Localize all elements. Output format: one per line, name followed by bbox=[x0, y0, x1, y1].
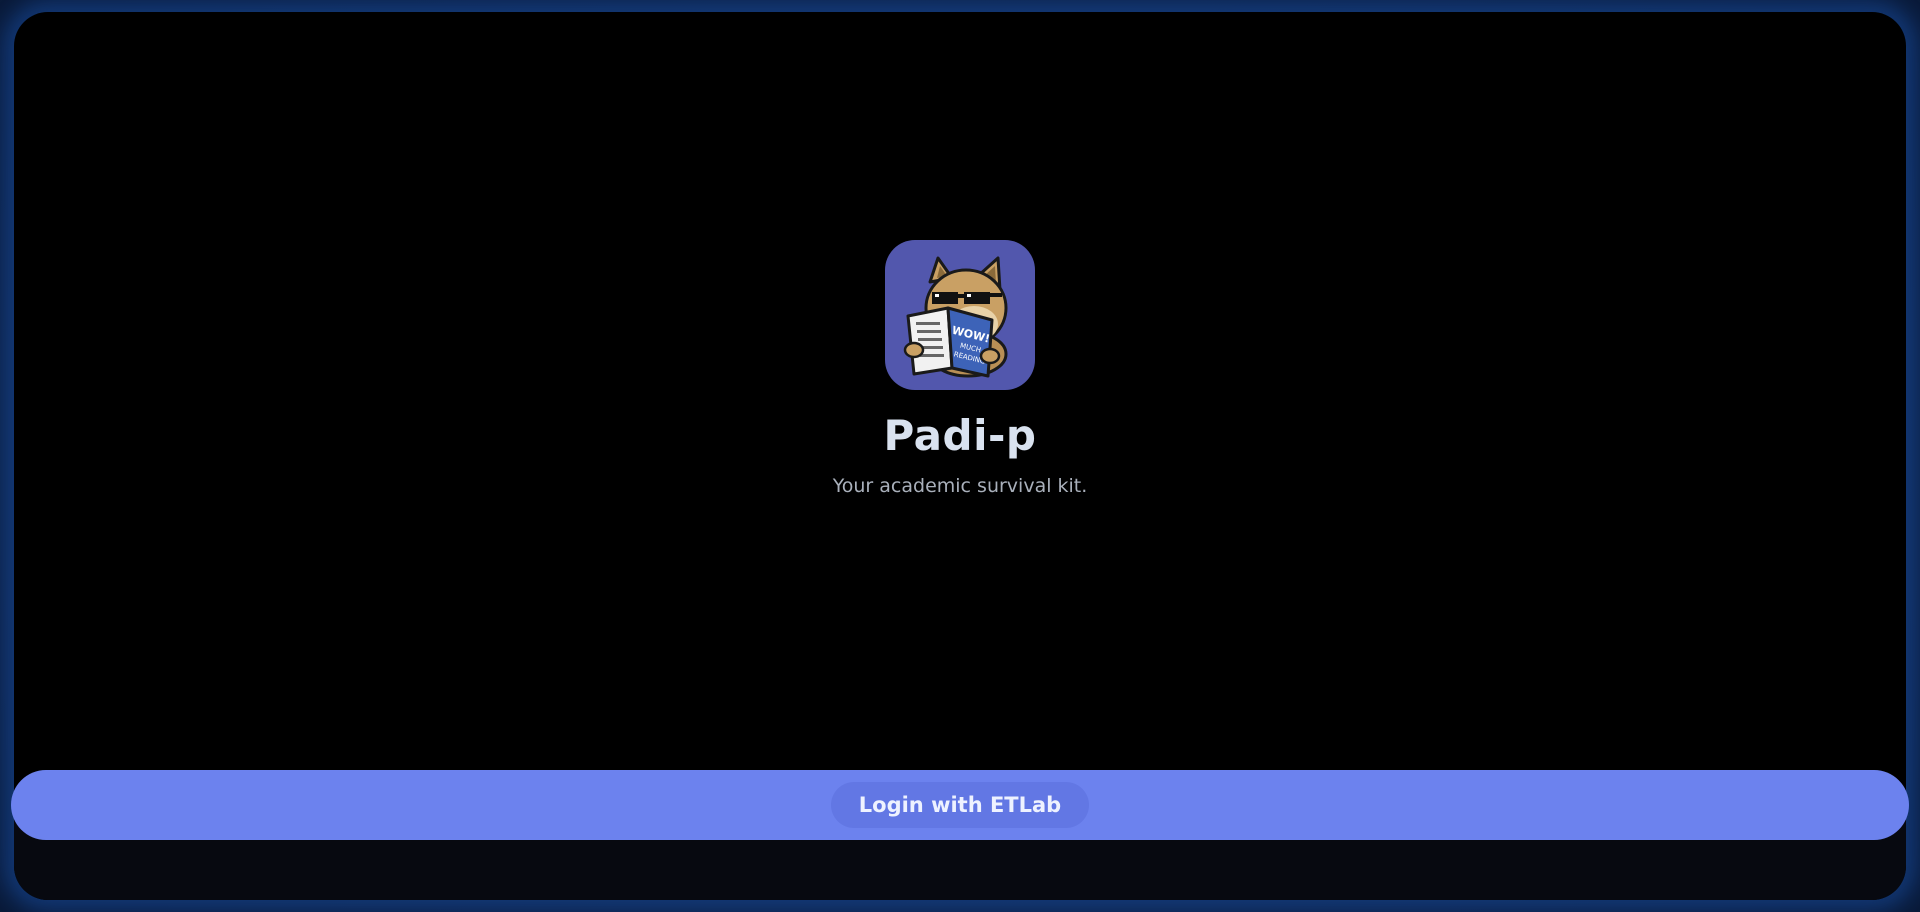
login-button-label: Login with ETLab bbox=[831, 782, 1089, 828]
doge-reading-icon: WOW! MUCH READING bbox=[903, 256, 1008, 378]
app-tagline: Your academic survival kit. bbox=[832, 475, 1088, 497]
app-logo: WOW! MUCH READING bbox=[885, 240, 1035, 390]
app-screen: WOW! MUCH READING Padi-p Your academic s… bbox=[14, 12, 1906, 900]
app-title: Padi-p bbox=[883, 411, 1037, 460]
hero-section: WOW! MUCH READING Padi-p Your academic s… bbox=[14, 240, 1906, 498]
app-frame: WOW! MUCH READING Padi-p Your academic s… bbox=[0, 0, 1920, 912]
login-button[interactable]: Login with ETLab bbox=[11, 770, 1909, 840]
